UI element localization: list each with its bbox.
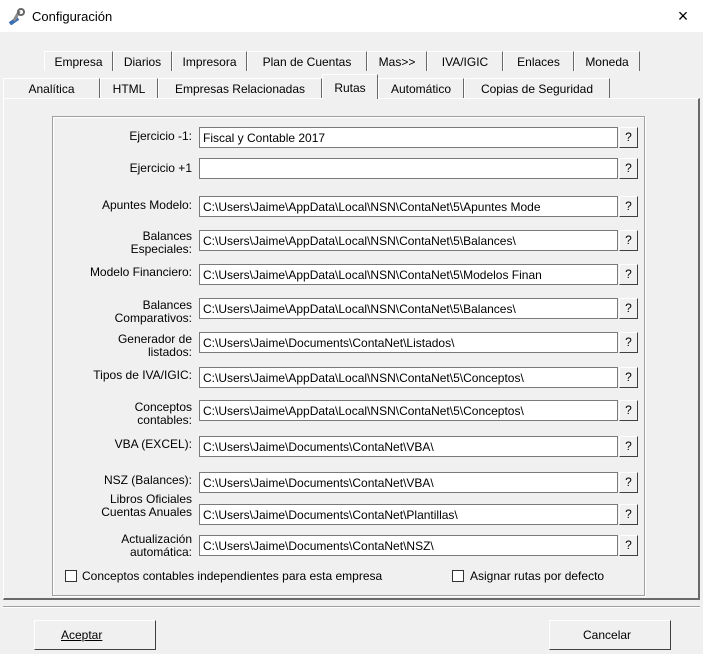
field-libros-oficiales[interactable]: C:\Users\Jaime\Documents\ContaNet\Planti… bbox=[199, 504, 618, 525]
tab-rutas[interactable]: Rutas bbox=[322, 74, 378, 99]
label-generador-listados: Generador de listados: bbox=[117, 332, 192, 359]
field-conceptos-contables[interactable]: C:\Users\Jaime\AppData\Local\NSN\ContaNe… bbox=[199, 400, 618, 421]
label-ejercicio-anterior: Ejercicio -1: bbox=[129, 129, 192, 143]
tab-iva-igic[interactable]: IVA/IGIC bbox=[427, 51, 503, 71]
window-title: Configuración bbox=[32, 9, 113, 24]
field-balances-especiales[interactable]: C:\Users\Jaime\AppData\Local\NSN\ContaNe… bbox=[199, 230, 618, 251]
tab-copias-de-seguridad[interactable]: Copias de Seguridad bbox=[464, 78, 610, 98]
field-ejercicio-siguiente[interactable] bbox=[199, 158, 618, 179]
tab-plan-de-cuentas[interactable]: Plan de Cuentas bbox=[247, 51, 367, 71]
field-nsz-balances[interactable]: C:\Users\Jaime\Documents\ContaNet\VBA\ bbox=[199, 472, 618, 493]
tab-automatico[interactable]: Automático bbox=[378, 78, 464, 98]
help-button-balances-comparativos[interactable]: ? bbox=[619, 298, 638, 319]
checkbox-conceptos-independientes[interactable] bbox=[65, 570, 77, 582]
tab-analitica[interactable]: Analítica bbox=[3, 78, 100, 98]
help-button-libros-oficiales[interactable]: ? bbox=[619, 504, 638, 525]
help-button-ejercicio-siguiente[interactable]: ? bbox=[619, 158, 638, 179]
separator bbox=[3, 606, 700, 608]
close-button[interactable]: × bbox=[663, 0, 703, 32]
label-balances-comparativos: Balances Comparativos: bbox=[114, 298, 192, 325]
label-vba-excel: VBA (EXCEL): bbox=[114, 437, 192, 451]
label-actualizacion-automatica: Actualización automática: bbox=[121, 532, 192, 559]
checkbox-rutas-defecto-label: Asignar rutas por defecto bbox=[470, 569, 605, 583]
tab-empresa[interactable]: Empresa bbox=[44, 51, 113, 71]
tab-diarios[interactable]: Diarios bbox=[113, 51, 172, 71]
label-nsz-balances: NSZ (Balances): bbox=[103, 473, 192, 487]
tab-mas[interactable]: Mas>> bbox=[367, 51, 427, 71]
title-bar: Configuración × bbox=[0, 0, 703, 32]
tab-impresora[interactable]: Impresora bbox=[172, 51, 247, 71]
field-actualizacion-automatica[interactable]: C:\Users\Jaime\Documents\ContaNet\NSZ\ bbox=[199, 535, 618, 556]
tab-html[interactable]: HTML bbox=[100, 78, 158, 98]
label-libros-oficiales: Libros Oficiales Cuentas Anuales bbox=[101, 492, 192, 519]
accept-button[interactable]: Aceptar bbox=[34, 620, 156, 650]
label-tipos-iva-igic: Tipos de IVA/IGIC: bbox=[93, 368, 192, 382]
field-vba-excel[interactable]: C:\Users\Jaime\Documents\ContaNet\VBA\ bbox=[199, 436, 618, 457]
help-button-modelo-financiero[interactable]: ? bbox=[619, 264, 638, 285]
checkbox-conceptos-independientes-label: Conceptos contables independientes para … bbox=[82, 569, 383, 583]
checkbox-rutas-defecto[interactable] bbox=[452, 570, 464, 582]
help-button-nsz-balances[interactable]: ? bbox=[619, 472, 638, 493]
field-balances-comparativos[interactable]: C:\Users\Jaime\AppData\Local\NSN\ContaNe… bbox=[199, 298, 618, 319]
field-generador-listados[interactable]: C:\Users\Jaime\Documents\ContaNet\Listad… bbox=[199, 332, 618, 353]
help-button-apuntes-modelo[interactable]: ? bbox=[619, 196, 638, 217]
label-balances-especiales: Balances Especiales: bbox=[130, 229, 192, 256]
help-button-ejercicio-anterior[interactable]: ? bbox=[619, 127, 638, 148]
label-apuntes-modelo: Apuntes Modelo: bbox=[101, 198, 192, 212]
help-button-conceptos-contables[interactable]: ? bbox=[619, 400, 638, 421]
help-button-balances-especiales[interactable]: ? bbox=[619, 230, 638, 251]
field-modelo-financiero[interactable]: C:\Users\Jaime\AppData\Local\NSN\ContaNe… bbox=[199, 264, 618, 285]
help-button-actualizacion-automatica[interactable]: ? bbox=[619, 535, 638, 556]
label-modelo-financiero: Modelo Financiero: bbox=[89, 265, 192, 279]
tools-icon bbox=[8, 8, 25, 25]
help-button-vba-excel[interactable]: ? bbox=[619, 436, 638, 457]
field-ejercicio-anterior[interactable]: Fiscal y Contable 2017 bbox=[199, 127, 618, 148]
tab-empresas-relacionadas[interactable]: Empresas Relacionadas bbox=[158, 78, 322, 98]
tab-enlaces[interactable]: Enlaces bbox=[503, 51, 574, 71]
help-button-tipos-iva-igic[interactable]: ? bbox=[619, 367, 638, 388]
accept-button-label: Aceptar bbox=[61, 628, 103, 642]
field-apuntes-modelo[interactable]: C:\Users\Jaime\AppData\Local\NSN\ContaNe… bbox=[199, 196, 618, 217]
tab-moneda[interactable]: Moneda bbox=[574, 51, 640, 71]
help-button-generador-listados[interactable]: ? bbox=[619, 332, 638, 353]
cancel-button-label: Cancelar bbox=[583, 628, 632, 642]
field-tipos-iva-igic[interactable]: C:\Users\Jaime\AppData\Local\NSN\ContaNe… bbox=[199, 367, 618, 388]
cancel-button[interactable]: Cancelar bbox=[549, 620, 671, 650]
label-conceptos-contables: Conceptos contables: bbox=[134, 400, 192, 427]
label-ejercicio-siguiente: Ejercicio +1 bbox=[129, 161, 192, 175]
